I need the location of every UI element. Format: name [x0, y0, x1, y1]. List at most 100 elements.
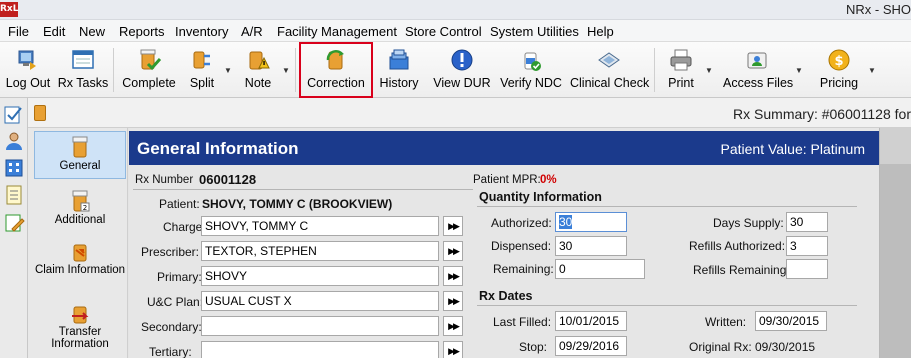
authorized-field[interactable]: 30 — [555, 212, 627, 232]
log-out-button[interactable]: Log Out — [2, 42, 54, 98]
dispensed-field[interactable]: 30 — [555, 236, 627, 256]
menu-store-control[interactable]: Store Control — [405, 24, 482, 39]
menu-edit[interactable]: Edit — [43, 24, 65, 39]
nav-claim-information-label: Claim Information — [34, 264, 126, 276]
claim-bottle-icon — [73, 244, 87, 262]
prescriber-lookup-button[interactable]: ▶▶ — [443, 241, 463, 261]
rx-tasks-button[interactable]: Rx Tasks — [56, 42, 110, 98]
note-label: Note — [244, 76, 272, 90]
remaining-field[interactable]: 0 — [555, 259, 645, 279]
edit-icon[interactable] — [3, 212, 25, 234]
history-button[interactable]: History — [376, 42, 422, 98]
menu-reports[interactable]: Reports — [119, 24, 165, 39]
primary-field[interactable]: SHOVY — [201, 266, 439, 286]
split-dropdown-arrow-icon[interactable]: ▼ — [224, 66, 232, 75]
charge-field[interactable]: SHOVY, TOMMY C — [201, 216, 439, 236]
complete-label: Complete — [122, 76, 176, 90]
patient-icon[interactable] — [3, 130, 25, 152]
app-logo-icon: RxL — [0, 2, 18, 17]
document-icon[interactable] — [3, 184, 25, 206]
nav-transfer-information-label: Transfer Information — [51, 326, 109, 350]
stop-field[interactable]: 09/29/2016 — [555, 336, 627, 356]
transfer-bottle-icon — [72, 306, 89, 324]
quantity-information-heading: Quantity Information — [479, 190, 602, 204]
right-side-panel — [879, 128, 911, 358]
clinical-check-button[interactable]: Clinical Check — [570, 42, 649, 98]
section-title: General Information — [137, 139, 299, 158]
primary-lookup-button[interactable]: ▶▶ — [443, 266, 463, 286]
log-out-icon — [18, 50, 36, 70]
history-icon — [389, 49, 409, 70]
menu-system-utilities[interactable]: System Utilities — [490, 24, 579, 39]
nav-transfer-information[interactable]: Transfer Information — [34, 298, 126, 354]
rx-check-icon[interactable] — [3, 104, 25, 126]
menu-inventory[interactable]: Inventory — [175, 24, 228, 39]
print-button[interactable]: Print — [662, 42, 700, 98]
nav-additional[interactable]: 2 Additional — [34, 186, 126, 230]
general-information-panel: General Information Patient Value: Plati… — [129, 128, 879, 358]
general-information-header: General Information Patient Value: Plati… — [129, 131, 879, 165]
menu-new[interactable]: New — [79, 24, 105, 39]
last-filled-label: Last Filled: — [493, 315, 552, 329]
view-dur-button[interactable]: View DUR — [433, 42, 491, 98]
written-label: Written: — [705, 315, 747, 329]
days-supply-field[interactable]: 30 — [786, 212, 828, 232]
nav-general[interactable]: General — [34, 131, 126, 179]
tertiary-lookup-button[interactable]: ▶▶ — [443, 341, 463, 358]
menu-file[interactable]: File — [8, 24, 29, 39]
complete-button[interactable]: Complete — [118, 42, 180, 98]
correction-highlight-frame — [299, 42, 373, 98]
coin-icon: $ — [828, 49, 850, 71]
divider — [477, 206, 857, 207]
menu-help[interactable]: Help — [587, 24, 614, 39]
original-rx-label: Original Rx: — [689, 340, 752, 354]
toolbar-separator — [113, 48, 114, 92]
log-out-label: Log Out — [5, 76, 51, 90]
menu-facility-management[interactable]: Facility Management — [277, 24, 397, 39]
access-files-button[interactable]: Access Files — [723, 42, 794, 98]
patient-label: Patient: — [159, 197, 200, 211]
view-dur-label: View DUR — [433, 76, 491, 90]
note-dropdown-arrow-icon[interactable]: ▼ — [282, 66, 290, 75]
uc-plan-lookup-button[interactable]: ▶▶ — [443, 291, 463, 311]
building-icon[interactable] — [3, 156, 25, 178]
clinical-check-icon — [598, 52, 620, 68]
access-files-label: Access Files — [723, 76, 794, 90]
written-field[interactable]: 09/30/2015 — [755, 311, 827, 331]
info-icon — [451, 49, 473, 71]
access-files-icon — [747, 52, 767, 69]
rx-tasks-label: Rx Tasks — [57, 76, 109, 90]
nav-additional-label: Additional — [54, 214, 106, 226]
divider — [477, 305, 857, 306]
rx-dates-heading: Rx Dates — [479, 289, 533, 303]
uc-plan-field[interactable]: USUAL CUST X — [201, 291, 439, 311]
pricing-button[interactable]: $ Pricing — [814, 42, 864, 98]
general-bottle-icon — [72, 136, 88, 158]
secondary-field[interactable] — [201, 316, 439, 336]
charge-lookup-button[interactable]: ▶▶ — [443, 216, 463, 236]
prescriber-field[interactable]: TEXTOR, STEPHEN — [201, 241, 439, 261]
split-button[interactable]: Split — [182, 42, 222, 98]
refills-remaining-field[interactable] — [786, 259, 828, 279]
toolbar: Log Out Rx Tasks Complete Split ▼ Note ▼… — [0, 42, 911, 98]
note-button[interactable]: Note — [236, 42, 280, 98]
tertiary-field[interactable] — [201, 341, 439, 358]
refills-authorized-field[interactable]: 3 — [786, 236, 828, 256]
verify-ndc-button[interactable]: Verify NDC — [499, 42, 563, 98]
rx-summary-window: Rx Summary: #06001128 for General 2 Addi… — [28, 98, 911, 358]
menu-ar[interactable]: A/R — [241, 24, 263, 39]
access-files-dropdown-arrow-icon[interactable]: ▼ — [795, 66, 803, 75]
print-dropdown-arrow-icon[interactable]: ▼ — [705, 66, 713, 75]
patient-mpr-value: 0% — [540, 174, 557, 186]
last-filled-field[interactable]: 10/01/2015 — [555, 311, 627, 331]
secondary-lookup-button[interactable]: ▶▶ — [443, 316, 463, 336]
nav-claim-information[interactable]: Claim Information — [34, 236, 126, 292]
split-label: Split — [189, 76, 215, 90]
remaining-label: Remaining: — [493, 262, 554, 276]
rx-bottle-icon — [34, 105, 46, 121]
menu-bar: File Edit New Reports Inventory A/R Faci… — [0, 20, 911, 42]
pricing-dropdown-arrow-icon[interactable]: ▼ — [868, 66, 876, 75]
history-label: History — [379, 76, 419, 90]
printer-icon — [670, 49, 692, 71]
verify-ndc-label: Verify NDC — [500, 76, 562, 90]
